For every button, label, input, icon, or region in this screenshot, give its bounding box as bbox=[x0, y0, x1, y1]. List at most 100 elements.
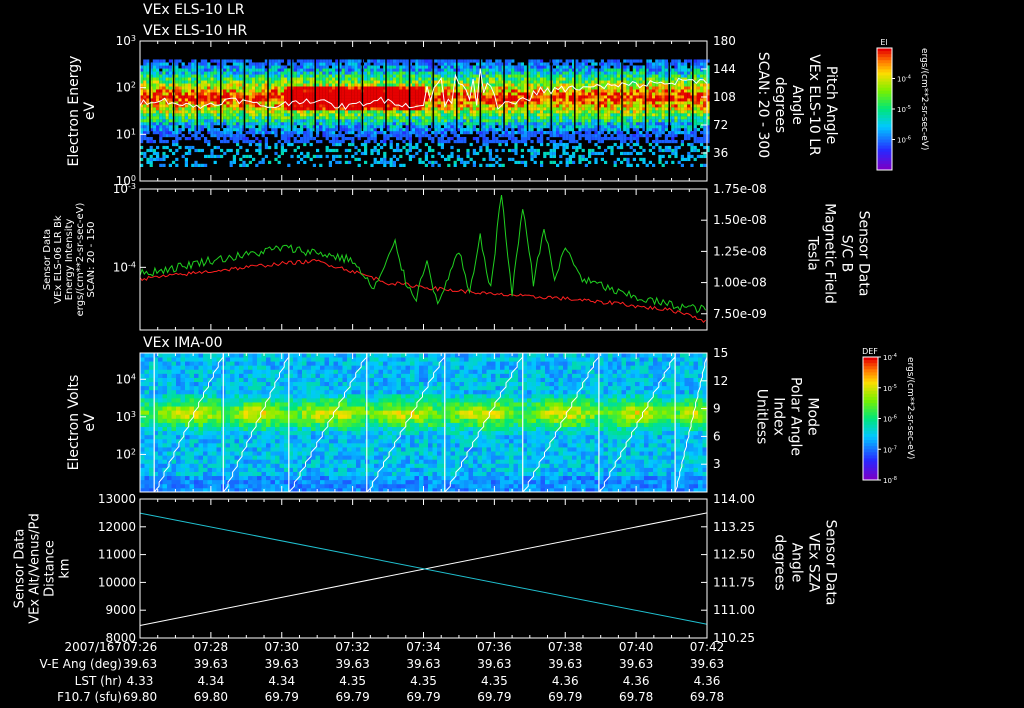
spectrogram-cell bbox=[594, 98, 598, 102]
spectrogram-cell bbox=[376, 122, 380, 126]
spectrogram-cell bbox=[351, 62, 355, 66]
spectrogram-cell bbox=[623, 107, 627, 111]
spectrogram-cell bbox=[332, 142, 336, 147]
spectrogram-cell bbox=[620, 142, 624, 147]
spectrogram-cell bbox=[428, 104, 432, 108]
spectrogram-cell bbox=[309, 68, 313, 72]
spectrogram-cell bbox=[412, 80, 416, 84]
spectrogram-cell bbox=[690, 142, 694, 147]
spectrogram-cell bbox=[639, 68, 643, 72]
spectrogram-cell bbox=[376, 62, 380, 66]
spectrogram-cell bbox=[562, 133, 566, 138]
spectrogram-cell bbox=[536, 71, 540, 75]
spectrogram-cell bbox=[671, 136, 675, 141]
spectrogram-cell bbox=[325, 136, 329, 141]
spectrogram-cell bbox=[671, 133, 675, 138]
spectrogram-cell bbox=[434, 65, 438, 69]
spectrogram-cell bbox=[632, 142, 636, 147]
spectrogram-cell bbox=[284, 92, 288, 96]
spectrogram-cell bbox=[293, 95, 297, 99]
spectrogram-cell bbox=[354, 98, 358, 102]
spectrogram-cell bbox=[588, 92, 592, 96]
spectrogram-cell bbox=[648, 92, 652, 96]
spectrogram-cell bbox=[207, 98, 211, 102]
spectrogram-cell bbox=[664, 122, 668, 126]
spectrogram-cell bbox=[671, 98, 675, 102]
spectrogram-cell bbox=[335, 110, 339, 114]
spectrogram-cell bbox=[428, 116, 432, 120]
spectrogram-cell bbox=[303, 89, 307, 93]
spectrogram-cell bbox=[165, 107, 169, 111]
spectrogram-cell bbox=[434, 107, 438, 111]
spectrogram-cell bbox=[418, 119, 422, 123]
spectrogram-cell bbox=[357, 125, 361, 129]
spectrogram-cell bbox=[472, 104, 476, 108]
spectrogram-cell bbox=[460, 65, 464, 69]
spectrogram-cell bbox=[277, 83, 281, 87]
spectrogram-cell bbox=[239, 157, 243, 162]
spectrogram-cell bbox=[463, 160, 467, 165]
spectrogram-cell bbox=[530, 65, 534, 69]
spectrogram-cell bbox=[434, 98, 438, 102]
spectrogram-cell bbox=[575, 59, 579, 63]
spectrogram-cell bbox=[175, 110, 179, 114]
spectrogram-cell bbox=[332, 101, 336, 105]
spectrogram-cell bbox=[159, 133, 163, 138]
spectrogram-cell bbox=[530, 101, 534, 105]
spectrogram-cell bbox=[284, 131, 288, 135]
spectrogram-cell bbox=[584, 65, 588, 69]
spectrogram-cell bbox=[325, 122, 329, 126]
spectrogram-cell bbox=[540, 104, 544, 108]
spectrogram-cell bbox=[511, 122, 515, 126]
spectrogram-cell bbox=[364, 77, 368, 81]
spectrogram-cell bbox=[632, 83, 636, 87]
spectrogram-cell bbox=[306, 125, 310, 129]
spectrogram-cell bbox=[396, 77, 400, 81]
spectrogram-cell bbox=[213, 133, 217, 138]
spectrogram-cell bbox=[466, 128, 470, 132]
spectrogram-cell bbox=[402, 131, 406, 135]
spectrogram-cell bbox=[290, 154, 294, 159]
spectrogram-cell bbox=[584, 136, 588, 141]
spectrogram-cell bbox=[626, 113, 630, 117]
spectrogram-cell bbox=[306, 80, 310, 84]
spectrogram-cell bbox=[239, 113, 243, 117]
spectrogram-cell bbox=[367, 59, 371, 63]
spectrogram-cell bbox=[389, 77, 393, 81]
spectrogram-cell bbox=[604, 148, 608, 153]
spectrogram-cell bbox=[277, 122, 281, 126]
spectrogram-cell bbox=[469, 125, 473, 129]
spectrogram-cell bbox=[482, 107, 486, 111]
spectrogram-cell bbox=[450, 74, 454, 78]
spectrogram-cell bbox=[447, 86, 451, 90]
spectrogram-cell bbox=[239, 125, 243, 129]
spectrogram-cell bbox=[239, 71, 243, 75]
spectrogram-cell bbox=[204, 98, 208, 102]
spectrogram-cell bbox=[485, 74, 489, 78]
spectrogram-cell bbox=[402, 89, 406, 93]
spectrogram-cell bbox=[184, 68, 188, 72]
spectrogram-cell bbox=[216, 145, 220, 150]
spectrogram-cell bbox=[559, 133, 563, 138]
spectrogram-cell bbox=[412, 113, 416, 117]
spectrogram-cell bbox=[181, 80, 185, 84]
spectrogram-cell bbox=[687, 125, 691, 129]
spectrogram-cell bbox=[559, 119, 563, 123]
spectrogram-cell bbox=[645, 163, 649, 167]
spectrogram-cell bbox=[143, 151, 147, 156]
spectrogram-cell bbox=[591, 122, 595, 126]
spectrogram-cell bbox=[213, 65, 217, 69]
spectrogram-cell bbox=[597, 136, 601, 141]
spectrogram-cell bbox=[264, 131, 268, 135]
spectrogram-cell bbox=[498, 89, 502, 93]
spectrogram-cell bbox=[466, 116, 470, 120]
spectrogram-cell bbox=[258, 148, 262, 153]
spectrogram-cell bbox=[440, 116, 444, 120]
spectrogram-cell bbox=[559, 95, 563, 99]
spectrogram-cell bbox=[271, 113, 275, 117]
spectrogram-cell bbox=[408, 136, 412, 141]
spectrogram-cell bbox=[472, 125, 476, 129]
spectrogram-cell bbox=[258, 125, 262, 129]
spectrogram-cell bbox=[674, 62, 678, 66]
spectrogram-cell bbox=[581, 71, 585, 75]
